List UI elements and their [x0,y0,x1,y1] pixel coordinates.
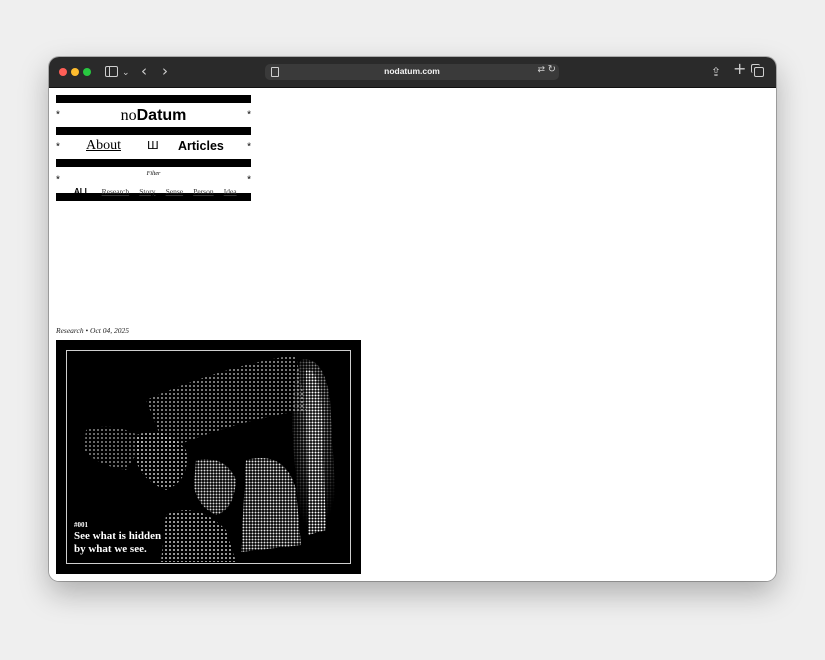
new-tab-icon[interactable]: + [733,60,746,78]
article-meta: Research • Oct 04, 2025 [56,326,129,335]
filter-sense[interactable]: Sense [166,187,184,196]
nav-row: * About Ш Articles * [56,135,251,159]
logo-name: Datum [136,107,187,124]
logo-prefix: no [120,107,137,124]
asterisk-mark: * [247,109,251,121]
filter-label: Filter [146,171,161,177]
asterisk-mark: * [56,141,60,153]
card-tagline: See what is hidden by what we see. [74,530,184,556]
nav-glyph-icon: Ш [147,139,159,152]
filter-row: * Filter ALL Research Story Sense Person… [56,167,251,196]
sidebar-toggle-icon[interactable] [105,66,118,77]
tab-overview-icon[interactable] [751,64,764,77]
filter-idea[interactable]: Idea [224,187,237,196]
article-card[interactable]: #001 See what is hidden by what we see. [56,340,361,574]
nav-articles-link[interactable]: Articles [178,139,224,153]
filter-all[interactable]: ALL [74,187,90,196]
tagline-line: See what is hidden [74,530,162,542]
meta-separator: • [85,326,89,335]
nav-about-link[interactable]: About [86,138,121,154]
back-arrow-icon[interactable]: ‹ [141,62,147,80]
address-text[interactable]: nodatum.com [265,66,559,76]
reload-icon[interactable]: ↻ [548,64,556,75]
browser-toolbar: ⌄ ‹ › nodatum.com ⇄ ↻ ⇪ + [49,57,776,88]
minimize-window-button[interactable] [71,68,79,76]
header-rule [56,95,251,103]
header-rule [56,127,251,135]
address-bar[interactable]: nodatum.com ⇄ ↻ [265,64,559,80]
article-date: Oct 04, 2025 [90,326,129,335]
share-icon[interactable]: ⇪ [711,63,721,81]
filter-person[interactable]: Person [193,187,213,196]
header-rule [56,159,251,167]
browser-window: ⌄ ‹ › nodatum.com ⇄ ↻ ⇪ + * noDatum * * … [49,57,776,581]
article-category[interactable]: Research [56,326,84,335]
tagline-line: by what we see. [74,543,147,555]
filter-story[interactable]: Story [139,187,155,196]
asterisk-mark: * [247,174,251,186]
zoom-window-button[interactable] [83,68,91,76]
page-content: * noDatum * * About Ш Articles * * Filte… [49,88,776,581]
filter-research[interactable]: Research [102,187,129,196]
filter-list: ALL Research Story Sense Person Idea [74,179,242,198]
site-logo[interactable]: noDatum [56,106,251,125]
site-header: * noDatum * * About Ш Articles * * Filte… [56,95,251,201]
forward-arrow-icon[interactable]: › [162,62,168,80]
chevron-down-icon[interactable]: ⌄ [122,64,130,82]
translate-icon[interactable]: ⇄ [537,65,545,75]
issue-number: #001 [74,521,88,529]
asterisk-mark: * [247,141,251,153]
close-window-button[interactable] [59,68,67,76]
logo-row: * noDatum * [56,103,251,127]
